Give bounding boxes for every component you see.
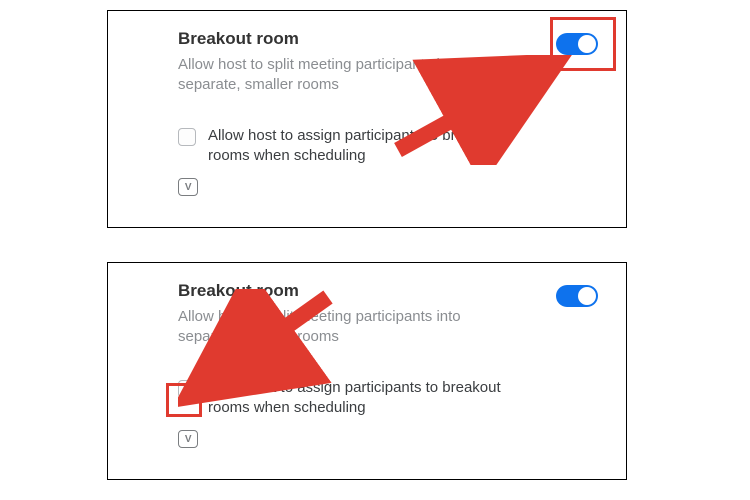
toggle-knob: [578, 35, 596, 53]
option-row: Allow host to assign participants to bre…: [178, 126, 538, 167]
setting-title: Breakout room: [178, 29, 604, 49]
option-label: Allow host to assign participants to bre…: [208, 378, 538, 419]
setting-description: Allow host to split meeting participants…: [178, 307, 498, 348]
assign-when-scheduling-checkbox[interactable]: [178, 380, 196, 398]
assign-when-scheduling-checkbox[interactable]: [178, 128, 196, 146]
settings-panel-breakout-2: Breakout room Allow host to split meetin…: [107, 262, 627, 480]
breakout-room-toggle[interactable]: [556, 33, 598, 55]
toggle-wrap: [556, 285, 598, 307]
modified-badge-icon: V: [178, 178, 198, 196]
breakout-room-toggle[interactable]: [556, 285, 598, 307]
modified-badge-icon: V: [178, 430, 198, 448]
option-label: Allow host to assign participants to bre…: [208, 126, 538, 167]
settings-panel-breakout-1: Breakout room Allow host to split meetin…: [107, 10, 627, 228]
setting-title: Breakout room: [178, 281, 604, 301]
toggle-knob: [578, 287, 596, 305]
setting-description: Allow host to split meeting participants…: [178, 55, 498, 96]
toggle-wrap: [556, 33, 598, 55]
option-row: Allow host to assign participants to bre…: [178, 378, 538, 419]
